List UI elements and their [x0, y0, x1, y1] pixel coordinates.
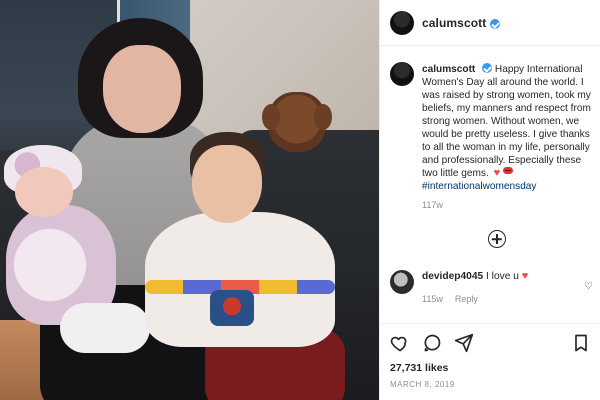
header-username[interactable]: calumscott: [422, 16, 486, 30]
comment-avatar[interactable]: [390, 270, 414, 294]
comment-meta: 115w Reply: [422, 293, 592, 306]
caption-verified-badge-icon: [482, 63, 493, 73]
comment-username[interactable]: devidep4045: [422, 271, 483, 282]
post-photo[interactable]: [0, 0, 379, 400]
comment-text: I love u: [486, 271, 519, 282]
lips-icon: [503, 166, 514, 174]
photo-dog-ear-right: [314, 104, 332, 130]
caption-text: Happy International Women's Day all arou…: [422, 64, 591, 179]
caption-text-block: calumscott Happy International Women's D…: [422, 62, 596, 193]
photo-woman-face: [103, 45, 181, 133]
caption-hashtag[interactable]: #internationalwomensday: [422, 180, 596, 193]
share-paper-plane-icon[interactable]: [454, 333, 474, 353]
post-actions: 27,731 likes MARCH 8, 2019: [380, 323, 600, 400]
comment-item: devidep4045 I love u ♥ 115w Reply: [390, 270, 596, 306]
caption-avatar[interactable]: [390, 62, 414, 86]
caption-row: calumscott Happy International Women's D…: [390, 62, 596, 193]
caption-username[interactable]: calumscott: [422, 64, 475, 75]
comment-like-heart-icon[interactable]: [584, 276, 594, 286]
post-sidebar: calumscott calumscott Happy Internationa…: [379, 0, 600, 400]
photo-baby-face: [15, 167, 73, 217]
likes-count[interactable]: 27,731 likes: [390, 362, 591, 374]
comment-body: devidep4045 I love u ♥ 115w Reply: [422, 270, 592, 306]
like-heart-icon[interactable]: [390, 333, 410, 353]
caption-time-ago: 117w: [422, 200, 443, 210]
photo-baby-socks: [60, 303, 150, 353]
post-caption: calumscott Happy International Women's D…: [390, 62, 596, 212]
photo-boy-sweater-patch: [210, 290, 254, 326]
comment-time-ago: 115w: [422, 294, 443, 304]
verified-badge-icon: [490, 18, 501, 29]
photo-boy-face: [192, 145, 262, 223]
header-avatar[interactable]: [390, 10, 414, 35]
bookmark-icon[interactable]: [571, 333, 591, 353]
comment-reply[interactable]: Reply: [455, 293, 478, 306]
instagram-post: calumscott calumscott Happy Internationa…: [0, 0, 600, 400]
load-more-comments-icon[interactable]: [488, 230, 506, 248]
post-date: MARCH 8, 2019: [390, 380, 455, 389]
action-icons: [390, 332, 591, 354]
comment-line: devidep4045 I love u ♥: [422, 270, 592, 283]
photo-dog-ear-left: [262, 104, 280, 130]
header-username-wrap: calumscott: [422, 16, 501, 30]
comment-bubble-icon[interactable]: [422, 333, 442, 353]
caption-emoji-group: ♥: [493, 166, 514, 179]
red-heart-icon: ♥: [493, 166, 501, 179]
comment-heart-emoji-icon: ♥: [521, 270, 529, 282]
post-header: calumscott: [380, 0, 600, 46]
